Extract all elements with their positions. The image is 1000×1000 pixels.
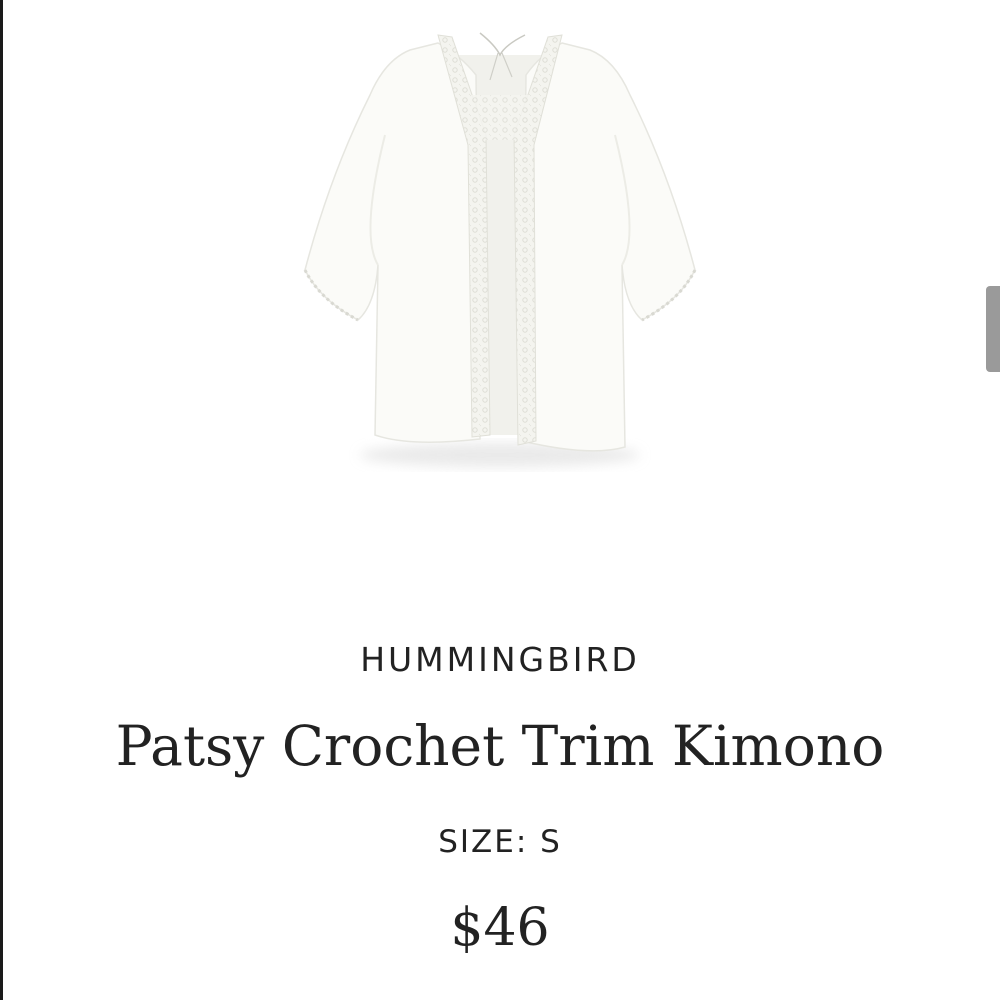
left-panel (304, 42, 481, 443)
size-label: SIZE: S (438, 824, 562, 860)
neck-tie (479, 32, 526, 57)
neckline-lace (468, 95, 532, 140)
product-image[interactable] (290, 15, 710, 485)
brand-name: HUMMINGBIRD (360, 640, 640, 679)
product-card: HUMMINGBIRD Patsy Crochet Trim Kimono SI… (0, 0, 1000, 1000)
right-panel (521, 42, 696, 452)
price-label: $46 (450, 898, 550, 958)
product-title: Patsy Crochet Trim Kimono (115, 714, 885, 778)
scroll-handle[interactable] (986, 286, 1000, 372)
